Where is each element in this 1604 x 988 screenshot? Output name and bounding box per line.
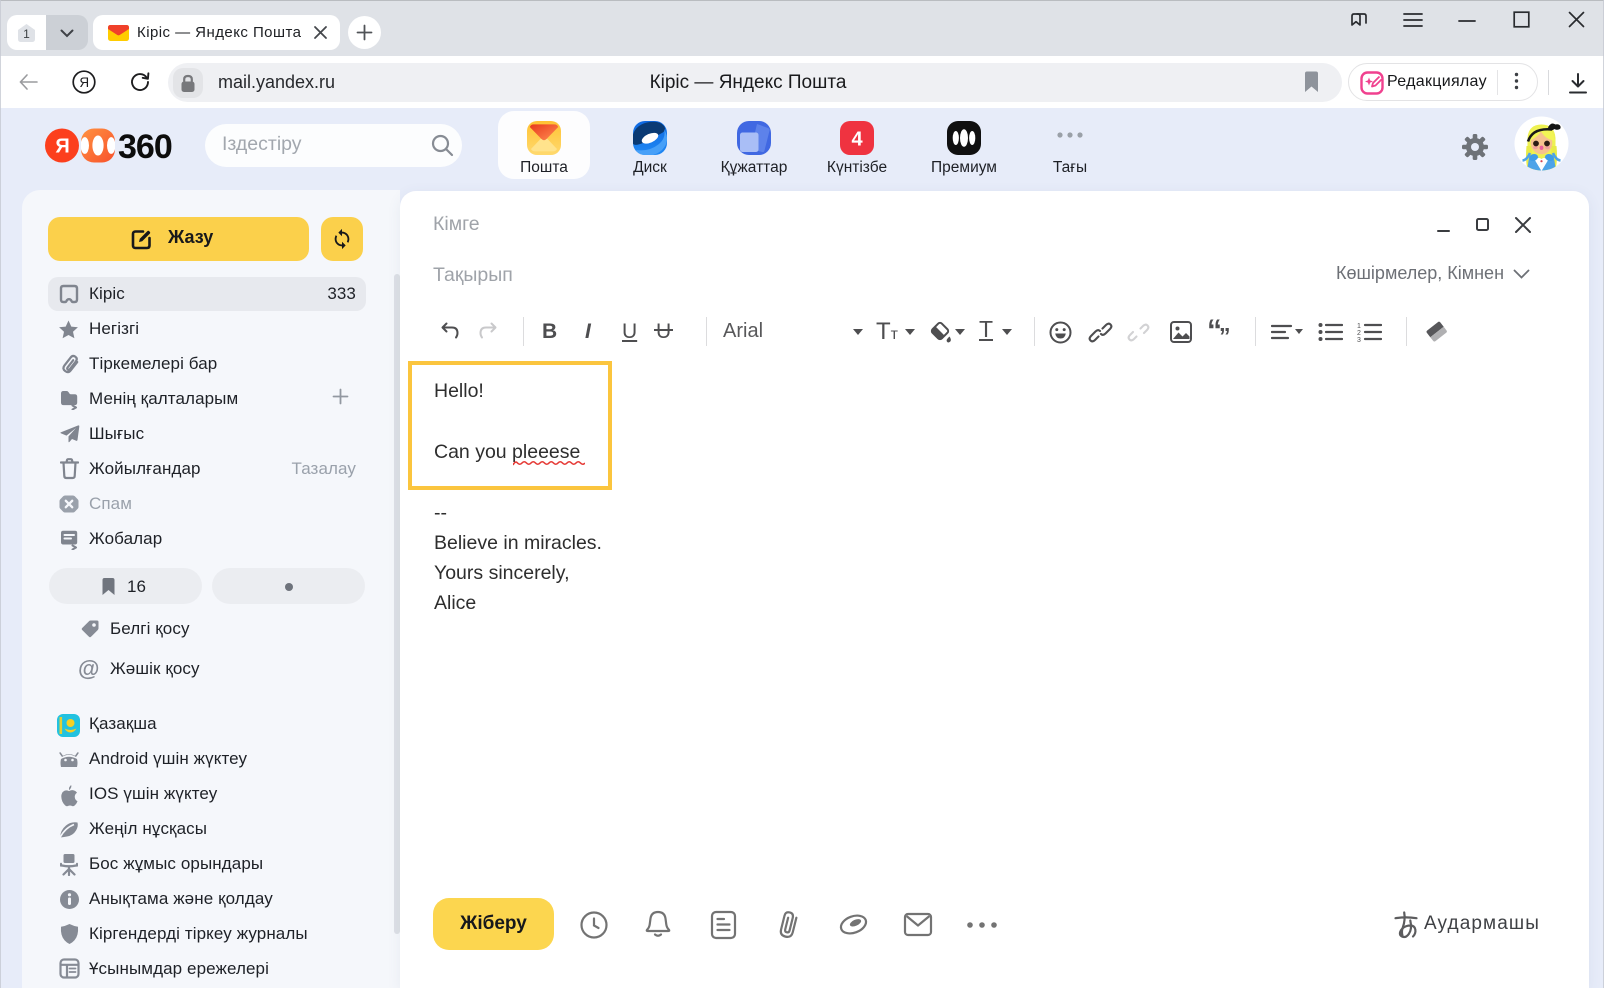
svg-text:360: 360 [118,128,172,163]
svg-text:1: 1 [1357,323,1361,330]
svg-text:Я: Я [55,136,69,158]
svg-text:Я: Я [79,75,89,90]
svg-text:3: 3 [1357,337,1361,342]
svg-text:2: 2 [1357,330,1361,337]
svg-text:4: 4 [851,129,863,151]
svg-text:1: 1 [23,27,30,41]
